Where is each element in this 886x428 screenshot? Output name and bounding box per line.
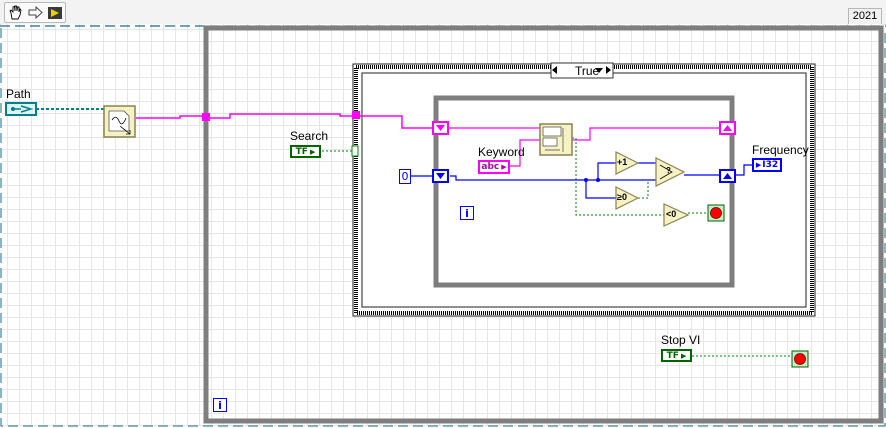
path-icon bbox=[11, 105, 33, 113]
search-terminal-text: TF bbox=[295, 146, 308, 157]
keyword-label: Keyword bbox=[478, 145, 525, 159]
diagram-graphics bbox=[0, 25, 886, 427]
arrow-right-icon: ▶ bbox=[755, 161, 762, 169]
select-label: ? bbox=[666, 166, 671, 175]
arrow-right-icon: ▶ bbox=[501, 163, 507, 171]
wire-junction bbox=[584, 178, 588, 182]
path-label: Path bbox=[6, 87, 31, 101]
search-label: Search bbox=[290, 129, 329, 143]
less-than-zero-label: <0 bbox=[666, 209, 677, 219]
shift-register-left-string bbox=[432, 121, 449, 135]
inner-loop-iteration-terminal: i bbox=[460, 206, 474, 220]
file-text-wire-2 bbox=[210, 113, 356, 119]
outer-loop-stop-terminal[interactable] bbox=[791, 350, 809, 368]
inner-loop-stop-terminal[interactable] bbox=[707, 204, 725, 222]
stop-terminal-text: TF bbox=[666, 350, 679, 361]
shift-register-left-int bbox=[432, 169, 449, 183]
file-text-wire-1 bbox=[136, 115, 206, 119]
greater-equal-zero-label: ≥0 bbox=[617, 192, 627, 202]
frequency-label: Frequency bbox=[752, 143, 809, 157]
case-selector-label[interactable]: True bbox=[575, 64, 599, 78]
keyword-control[interactable]: abc ▶ bbox=[478, 160, 510, 174]
case-structure-inner bbox=[361, 72, 807, 308]
shift-register-right-int bbox=[719, 169, 736, 183]
wire-junction bbox=[596, 178, 600, 182]
case-selector-terminal bbox=[351, 145, 359, 157]
frequency-indicator[interactable]: ▶ I32 bbox=[752, 158, 782, 172]
frequency-terminal-text: I32 bbox=[762, 160, 779, 170]
stop-vi-control[interactable]: TF ▶ bbox=[661, 349, 692, 362]
increment-label: +1 bbox=[617, 157, 628, 167]
outer-loop-tunnel bbox=[202, 113, 210, 121]
case-tunnel bbox=[352, 111, 360, 119]
keyword-terminal-text: abc bbox=[481, 162, 500, 172]
read-text-file-node[interactable] bbox=[103, 105, 136, 138]
search-control[interactable]: TF ▶ bbox=[290, 145, 321, 158]
path-control[interactable] bbox=[5, 102, 37, 116]
zero-constant[interactable]: 0 bbox=[399, 169, 411, 184]
match-pattern-node[interactable] bbox=[539, 123, 573, 156]
outer-loop-iteration-terminal: i bbox=[213, 398, 227, 412]
arrow-right-icon: ▶ bbox=[680, 351, 687, 360]
stop-vi-label: Stop VI bbox=[661, 333, 701, 347]
shift-register-right-string bbox=[719, 121, 736, 135]
arrow-right-icon: ▶ bbox=[309, 147, 316, 156]
